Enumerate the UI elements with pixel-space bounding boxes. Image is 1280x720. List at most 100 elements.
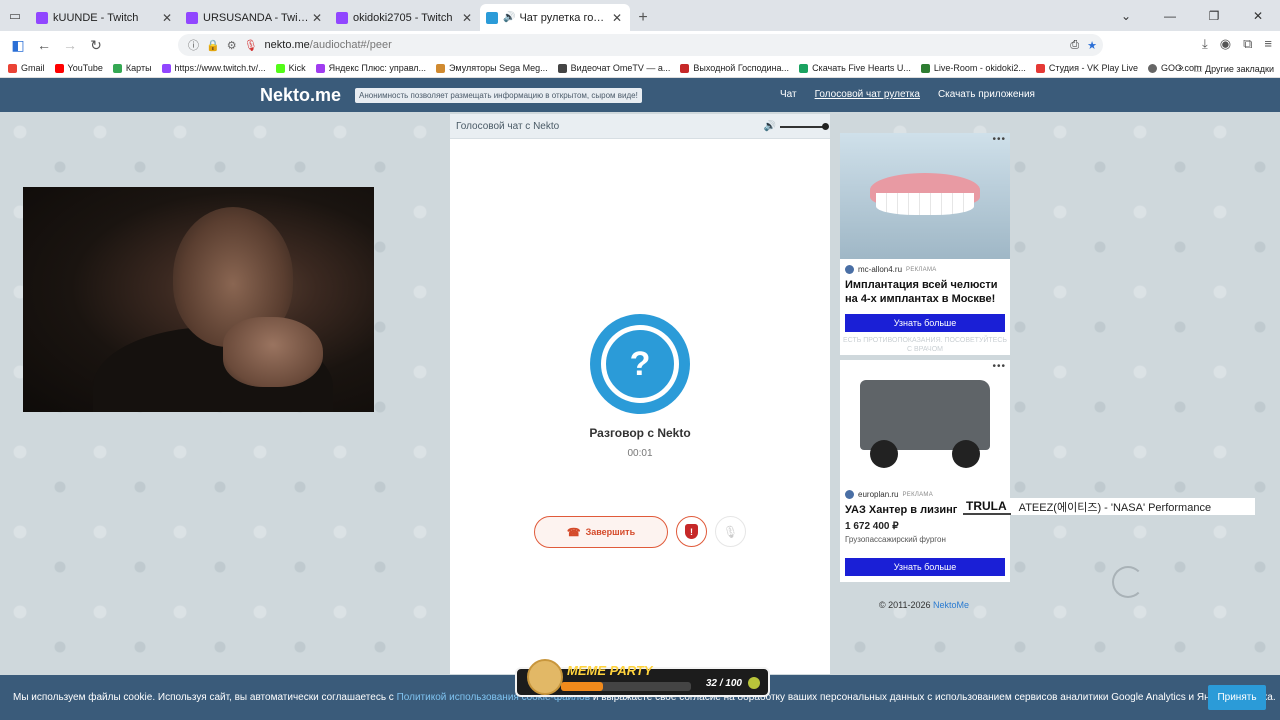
permissions-icon[interactable]: ⚙ bbox=[227, 39, 237, 52]
close-window-icon[interactable]: ✕ bbox=[1236, 9, 1280, 23]
menu-icon[interactable]: ≡ bbox=[1264, 36, 1272, 52]
tab-title: URSUSANDA - Twitch bbox=[203, 11, 310, 24]
liveroom-icon bbox=[920, 63, 930, 73]
ad-block[interactable]: ••• europlan.ru РЕКЛАМА УАЗ Хантер в лиз… bbox=[840, 360, 1010, 582]
ad-headline[interactable]: Имплантация всей челюсти на 4-х импланта… bbox=[840, 274, 1010, 306]
site-logo[interactable]: Nekto.me bbox=[260, 85, 341, 106]
forward-icon[interactable]: → bbox=[58, 37, 82, 53]
song-title: ATEEZ(에이티즈) - 'NASA' Performance bbox=[1018, 501, 1212, 514]
coin-icon bbox=[748, 677, 760, 689]
downloads-icon[interactable]: ⤓ bbox=[1202, 36, 1208, 52]
bookmark-item[interactable]: YouTube bbox=[54, 63, 103, 73]
site-header: Nekto.me Анонимность позволяет размещать… bbox=[0, 78, 1280, 112]
volume-slider[interactable] bbox=[780, 122, 829, 130]
url-path: /audiochat#/peer bbox=[309, 39, 392, 51]
youtube-icon bbox=[54, 63, 64, 73]
more-icon[interactable]: ••• bbox=[992, 361, 1006, 372]
lock-icon[interactable]: 🔒 bbox=[206, 39, 220, 52]
loading-spinner-icon bbox=[1112, 566, 1144, 598]
browser-tab-bar: ▭ kUUNDE - Twitch ✕ URSUSANDA - Twitch ✕… bbox=[0, 0, 1280, 31]
other-bookmarks[interactable]: 🗀 Другие закладки bbox=[1194, 62, 1274, 78]
bookmark-item[interactable]: https://www.twitch.tv/... bbox=[161, 63, 266, 73]
ad-subtitle: Грузопассажирский фургон bbox=[845, 535, 946, 544]
close-tab-icon[interactable]: ✕ bbox=[310, 11, 324, 25]
close-tab-icon[interactable]: ✕ bbox=[160, 11, 174, 25]
browser-tab[interactable]: kUUNDE - Twitch ✕ bbox=[30, 4, 180, 31]
accept-cookies-button[interactable]: Принять bbox=[1208, 685, 1266, 710]
bookmark-item[interactable]: Kick bbox=[275, 63, 306, 73]
tab-list-icon[interactable]: ▭ bbox=[0, 0, 30, 31]
nav-chat[interactable]: Чат bbox=[780, 89, 797, 100]
bookmark-item[interactable]: Live-Room - okidoki2... bbox=[920, 63, 1026, 73]
partner-avatar: ? bbox=[590, 314, 690, 414]
volume-icon[interactable]: 🔊 bbox=[764, 121, 776, 132]
minimize-icon[interactable]: — bbox=[1148, 9, 1192, 23]
meme-party-widget: MEME PARTY 32 / 100 bbox=[515, 659, 770, 697]
extensions-icon[interactable]: ⧉ bbox=[1243, 36, 1252, 52]
ad-image[interactable] bbox=[840, 360, 1010, 484]
bookmark-star-icon[interactable]: ★ bbox=[1087, 39, 1097, 52]
nav-download-apps[interactable]: Скачать приложения bbox=[938, 89, 1035, 100]
bookmark-a-icon bbox=[680, 63, 690, 73]
bookmark-item[interactable]: Выходной Господина... bbox=[680, 63, 789, 73]
browser-tab[interactable]: okidoki2705 - Twitch ✕ bbox=[330, 4, 480, 31]
meme-progress-bar bbox=[561, 682, 691, 691]
mute-button[interactable]: 🎙 bbox=[715, 516, 746, 547]
chevron-down-icon[interactable]: ⌄ bbox=[1104, 9, 1148, 23]
bookmark-item[interactable]: Студия - VK Play Live bbox=[1035, 63, 1138, 73]
bookmark-item[interactable]: Карты bbox=[112, 63, 152, 73]
nav-voice-chat[interactable]: Голосовой чат рулетка bbox=[815, 89, 920, 100]
browser-toolbar: ◧ ← → ↻ ⓘ 🔒 ⚙ 🎙 nekto.me/audiochat#/peer… bbox=[0, 31, 1280, 59]
ad-block[interactable]: ••• mc-allon4.ru РЕКЛАМА Имплантация все… bbox=[840, 133, 1010, 355]
overlay-brand: TRULA bbox=[963, 499, 1011, 515]
report-button[interactable]: ! bbox=[676, 516, 707, 547]
volume-knob[interactable] bbox=[822, 122, 829, 130]
new-tab-icon[interactable]: + bbox=[630, 4, 656, 31]
speaker-icon[interactable]: 🔊 bbox=[503, 12, 515, 23]
advertiser-logo-icon bbox=[845, 490, 854, 499]
ad-source: europlan.ru РЕКЛАМА bbox=[840, 484, 1010, 499]
ad-cta-button[interactable]: Узнать больше bbox=[845, 314, 1005, 332]
back-icon[interactable]: ← bbox=[32, 37, 56, 53]
bookmark-item[interactable]: Эмуляторы Sega Meg... bbox=[436, 63, 548, 73]
info-icon[interactable]: ⓘ bbox=[188, 37, 199, 53]
reader-view-icon[interactable]: ⎙ bbox=[1070, 39, 1079, 52]
copyright-link[interactable]: NektoMe bbox=[933, 600, 969, 610]
tab-title: okidoki2705 - Twitch bbox=[353, 11, 453, 24]
conversation-title: Разговор с Nekto bbox=[589, 426, 691, 440]
bookmark-item[interactable]: Скачать Five Hearts U... bbox=[799, 63, 911, 73]
bookmark-item[interactable]: Видеочат OmeTV — а... bbox=[557, 63, 670, 73]
twitch-icon bbox=[186, 11, 198, 24]
address-bar[interactable]: ⓘ 🔒 ⚙ 🎙 nekto.me/audiochat#/peer ⎙ ★ bbox=[178, 34, 1103, 56]
site-nav: Чат Голосовой чат рулетка Скачать прилож… bbox=[780, 89, 1035, 100]
microphone-icon[interactable]: 🎙 bbox=[244, 39, 258, 52]
chat-header-title: Голосовой чат с Nekto bbox=[456, 120, 560, 132]
volume-control[interactable]: 🔊 bbox=[764, 121, 829, 132]
bookmark-item[interactable]: Gmail bbox=[8, 63, 45, 73]
close-tab-icon[interactable]: ✕ bbox=[460, 11, 474, 25]
close-tab-icon[interactable]: ✕ bbox=[610, 11, 624, 25]
ad-disclaimer: ЕСТЬ ПРОТИВОПОКАЗАНИЯ. ПОСОВЕТУЙТЕСЬ С В… bbox=[842, 337, 1008, 353]
tab-title: Чат рулетка голосовая — N bbox=[519, 11, 610, 24]
sega-icon bbox=[436, 63, 446, 73]
ad-source: mc-allon4.ru РЕКЛАМА bbox=[840, 259, 1010, 274]
more-bookmarks-icon[interactable]: » bbox=[1179, 62, 1184, 78]
bookmark-item[interactable]: Яндекс Плюс: управл... bbox=[315, 63, 426, 73]
browser-tab[interactable]: URSUSANDA - Twitch ✕ bbox=[180, 4, 330, 31]
ad-image[interactable] bbox=[840, 133, 1010, 259]
end-call-button[interactable]: ☎ Завершить bbox=[534, 516, 668, 548]
kick-icon bbox=[275, 63, 285, 73]
site-notice: Анонимность позволяет размещать информац… bbox=[355, 88, 642, 103]
restore-icon[interactable]: ❐ bbox=[1192, 9, 1236, 23]
reload-icon[interactable]: ↻ bbox=[84, 37, 108, 54]
more-icon[interactable]: ••• bbox=[992, 134, 1006, 145]
browser-tab-active[interactable]: 🔊 Чат рулетка голосовая — N ✕ bbox=[480, 4, 630, 31]
ad-cta-button[interactable]: Узнать больше bbox=[845, 558, 1005, 576]
gmail-icon bbox=[8, 63, 17, 73]
account-icon[interactable]: ◉ bbox=[1220, 36, 1231, 52]
sidebar-icon[interactable]: ◧ bbox=[6, 37, 30, 54]
ad-price: 1 672 400 ₽ bbox=[845, 521, 899, 532]
twitch-icon bbox=[161, 63, 171, 73]
copyright: © 2011-2026 NektoMe bbox=[879, 600, 970, 610]
url-host: nekto.me bbox=[264, 39, 310, 51]
